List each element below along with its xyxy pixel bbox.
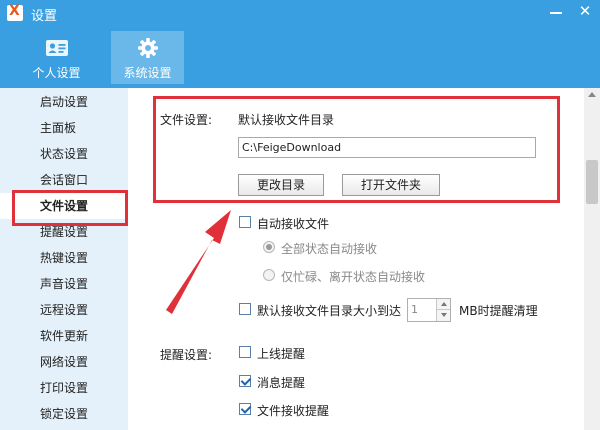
- auto-receive-all-radio[interactable]: [263, 241, 275, 253]
- sidebar-item-status[interactable]: 状态设置: [0, 141, 128, 167]
- open-folder-button[interactable]: 打开文件夹: [342, 174, 440, 196]
- sidebar-item-chat-window[interactable]: 会话窗口: [0, 167, 128, 193]
- vertical-scrollbar[interactable]: [584, 88, 600, 430]
- size-limit-checkbox[interactable]: [239, 303, 251, 315]
- file-settings-section-label: 文件设置:: [160, 113, 213, 127]
- header-bar: X 设置 ✕ 个人设置 系统设置: [0, 0, 600, 88]
- message-reminder-label: 消息提醒: [257, 376, 306, 390]
- stepper-up-icon[interactable]: [436, 299, 450, 310]
- sidebar-item-print[interactable]: 打印设置: [0, 375, 128, 401]
- auto-receive-checkbox[interactable]: [239, 216, 251, 228]
- app-logo-icon: X: [7, 3, 23, 21]
- online-reminder-checkbox[interactable]: [239, 346, 251, 358]
- scroll-up-arrow-icon[interactable]: [588, 92, 596, 97]
- minimize-icon[interactable]: [544, 0, 568, 24]
- auto-receive-all-label: 全部状态自动接收: [281, 242, 378, 256]
- tab-label: 个人设置: [32, 66, 81, 80]
- close-icon[interactable]: ✕: [573, 0, 597, 24]
- online-reminder-label: 上线提醒: [257, 347, 306, 361]
- sidebar: 启动设置 主面板 状态设置 会话窗口 文件设置 提醒设置 热键设置 声音设置 远…: [0, 88, 128, 430]
- window-title: 设置: [31, 9, 58, 24]
- sidebar-item-hotkey[interactable]: 热键设置: [0, 245, 128, 271]
- reminder-section-label: 提醒设置:: [160, 348, 213, 362]
- gear-icon: [138, 38, 158, 58]
- tab-label: 系统设置: [123, 66, 172, 80]
- sidebar-item-remote[interactable]: 远程设置: [0, 297, 128, 323]
- scrollbar-thumb[interactable]: [586, 160, 598, 204]
- sidebar-item-file-settings[interactable]: 文件设置: [0, 193, 128, 219]
- tab-personal-settings[interactable]: 个人设置: [20, 31, 93, 84]
- file-receive-reminder-checkbox[interactable]: [239, 403, 251, 415]
- default-dir-label: 默认接收文件目录: [238, 113, 335, 127]
- file-receive-reminder-label: 文件接收提醒: [257, 404, 330, 418]
- sidebar-item-lock[interactable]: 锁定设置: [0, 401, 128, 427]
- contact-card-icon: [46, 40, 68, 56]
- change-dir-button[interactable]: 更改目录: [238, 174, 324, 196]
- sidebar-item-software-update[interactable]: 软件更新: [0, 323, 128, 349]
- message-reminder-checkbox[interactable]: [239, 375, 251, 387]
- sidebar-item-network[interactable]: 网络设置: [0, 349, 128, 375]
- default-dir-input[interactable]: [238, 137, 536, 158]
- title-bar: X 设置 ✕: [0, 0, 600, 26]
- tab-system-settings[interactable]: 系统设置: [111, 31, 184, 84]
- sidebar-item-reminder[interactable]: 提醒设置: [0, 219, 128, 245]
- size-limit-stepper[interactable]: 1: [407, 298, 451, 322]
- size-limit-value: 1: [411, 303, 418, 316]
- auto-receive-label: 自动接收文件: [257, 217, 330, 231]
- size-limit-suffix: MB时提醒清理: [459, 304, 538, 318]
- auto-receive-busy-label: 仅忙碌、离开状态自动接收: [281, 270, 426, 284]
- sidebar-item-sound[interactable]: 声音设置: [0, 271, 128, 297]
- sidebar-item-main-panel[interactable]: 主面板: [0, 115, 128, 141]
- stepper-down-icon[interactable]: [436, 310, 450, 321]
- size-limit-label: 默认接收文件目录大小到达: [257, 304, 402, 318]
- auto-receive-busy-radio[interactable]: [263, 269, 275, 281]
- sidebar-item-startup[interactable]: 启动设置: [0, 89, 128, 115]
